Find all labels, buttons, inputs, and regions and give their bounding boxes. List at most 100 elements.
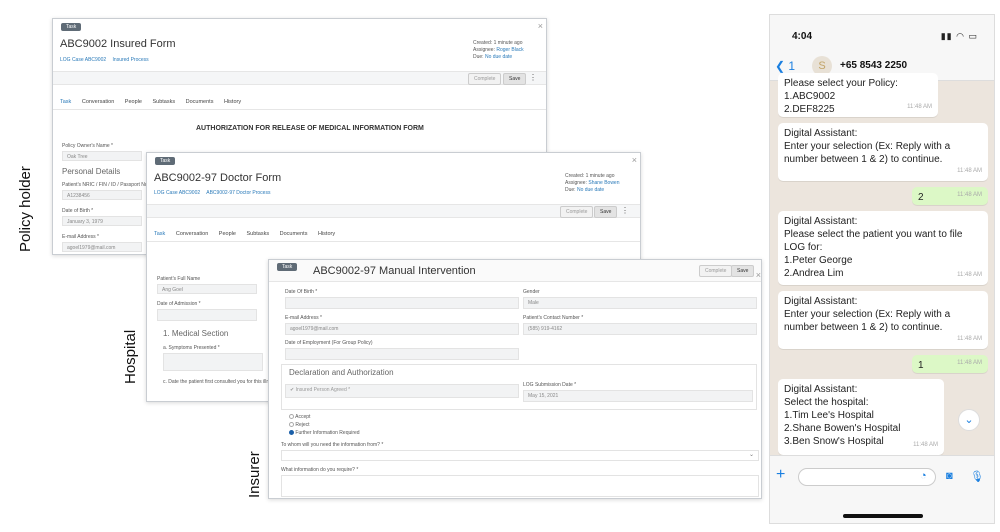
camera-icon[interactable]: ◙	[946, 470, 953, 482]
tab-documents[interactable]: Documents	[186, 99, 214, 105]
patient-name-label: Patient's Full Name	[157, 276, 201, 282]
log-date-field[interactable]: May 15, 2021	[523, 390, 753, 402]
more-menu-icon[interactable]: ⋮	[529, 73, 537, 82]
complete-button[interactable]: Complete	[560, 206, 594, 218]
task-meta: Created: 1 minute ago Assignee: Shane Bo…	[565, 173, 620, 194]
tab-people[interactable]: People	[125, 99, 142, 105]
complete-button[interactable]: Complete	[468, 73, 502, 85]
gender-field[interactable]: Male	[523, 297, 757, 309]
message-bubble: Digital Assistant: Enter your selection …	[778, 291, 988, 349]
tab-subtasks[interactable]: Subtasks	[246, 231, 269, 237]
created-text: Created: 1 minute ago	[473, 40, 523, 46]
radio-icon	[289, 414, 294, 420]
complete-button[interactable]: Complete	[699, 265, 733, 277]
process-link[interactable]: ABC9002-97 Doctor Process	[206, 190, 270, 196]
email-label: E-mail Address *	[62, 234, 99, 240]
chevron-down-icon[interactable]: ⌄	[749, 451, 754, 458]
chevron-left-icon: ❮	[775, 59, 786, 73]
tab-history[interactable]: History	[318, 231, 335, 237]
chevron-down-icon: ⌄	[964, 414, 974, 426]
dob-field[interactable]	[285, 297, 519, 309]
message-bubble: Digital Assistant: Please select the pat…	[778, 211, 988, 285]
message-input[interactable]	[798, 468, 936, 486]
tab-divider	[147, 241, 640, 242]
window-title: ABC9002-97 Manual Intervention	[313, 265, 476, 277]
whom-select[interactable]	[281, 450, 759, 461]
save-button[interactable]: Save	[731, 265, 755, 277]
tab-people[interactable]: People	[219, 231, 236, 237]
breadcrumb-links: LOG Case ABC9002 ABC9002-97 Doctor Proce…	[154, 190, 275, 196]
assignee-text: Assignee: Roger Black	[473, 47, 524, 53]
email-field[interactable]: agoel1979@mail.com	[285, 323, 519, 335]
admission-label: Date of Admission *	[157, 301, 201, 307]
owner-label: Policy Owner's Name *	[62, 143, 113, 149]
what-info-label: What information do you require? *	[281, 467, 359, 473]
close-icon[interactable]: ×	[632, 155, 637, 165]
log-case-link[interactable]: LOG Case ABC9002	[154, 190, 200, 196]
what-info-textarea[interactable]	[281, 475, 759, 497]
declaration-heading: Declaration and Authorization	[289, 368, 394, 377]
whatsapp-phone: 4:04 ▮▮ ◠ ▭ ❮ 1 S +65 8543 2250 Please s…	[769, 14, 995, 524]
task-chip: Task	[61, 23, 82, 31]
more-menu-icon[interactable]: ⋮	[621, 206, 629, 215]
close-icon[interactable]: ×	[756, 270, 761, 280]
nric-field[interactable]: A1238456	[62, 190, 142, 200]
process-link[interactable]: Insured Process	[113, 57, 149, 63]
tab-bar: Task Conversation People Subtasks Docume…	[154, 231, 344, 237]
sent-message-bubble: 2 11:48 AM	[912, 187, 988, 205]
assignee-text: Assignee: Shane Bowen	[565, 180, 620, 186]
composite-figure: Policy holder Hospital Insurer Task × AB…	[0, 0, 1000, 532]
consult-date-label: c. Date the patient first consulted you …	[163, 379, 277, 385]
save-button[interactable]: Save	[594, 206, 618, 218]
dob-field[interactable]: January 3, 1979	[62, 216, 142, 226]
tab-conversation[interactable]: Conversation	[82, 99, 114, 105]
radio-accept[interactable]: Accept	[289, 414, 310, 420]
message-bubble: Please select your Policy: 1.ABC9002 2.D…	[778, 73, 938, 117]
save-button[interactable]: Save	[503, 73, 527, 85]
radio-icon	[289, 422, 294, 428]
employment-date-field[interactable]	[285, 348, 519, 360]
clock-text: 4:04	[792, 31, 813, 42]
close-icon[interactable]: ×	[538, 21, 543, 31]
policy-holder-label: Policy holder	[17, 166, 34, 252]
task-chip: Task	[155, 157, 176, 165]
radio-further-info[interactable]: Further Information Required	[289, 430, 360, 436]
plus-icon[interactable]: +	[776, 466, 785, 484]
email-label: E-mail Address *	[285, 315, 322, 321]
tab-divider	[53, 109, 546, 110]
insured-agreed-checkbox[interactable]: ✔ Insured Person Agreed *	[285, 384, 519, 398]
owner-field[interactable]: Oak Tree	[62, 151, 142, 161]
tab-task[interactable]: Task	[60, 99, 71, 105]
tab-task[interactable]: Task	[154, 231, 165, 237]
compose-bar: + ◔ ◙ 🎙	[770, 455, 994, 523]
microphone-icon[interactable]: 🎙	[970, 470, 984, 483]
tab-subtasks[interactable]: Subtasks	[152, 99, 175, 105]
radio-selected-icon	[289, 430, 294, 436]
insurer-label: Insurer	[246, 451, 263, 498]
contact-number-field[interactable]: (585) 919-4162	[523, 323, 757, 335]
due-text: Due: No due date	[565, 187, 605, 193]
log-case-link[interactable]: LOG Case ABC9002	[60, 57, 106, 63]
patient-name-field[interactable]: Ang Goel	[157, 284, 257, 294]
gender-label: Gender	[523, 289, 540, 295]
tab-history[interactable]: History	[224, 99, 241, 105]
contact-number-label: Patient's Contact Number *	[523, 315, 584, 321]
back-button[interactable]: ❮ 1	[775, 59, 795, 73]
medical-section-heading: 1. Medical Section	[163, 329, 229, 338]
hospital-label: Hospital	[122, 329, 139, 384]
signal-wifi-battery-icon: ▮▮ ◠ ▭	[940, 31, 978, 41]
radio-reject[interactable]: Reject	[289, 422, 310, 428]
admission-field[interactable]	[157, 309, 257, 321]
message-bubble: Digital Assistant: Enter your selection …	[778, 123, 988, 181]
breadcrumb-links: LOG Case ABC9002 Insured Process	[60, 57, 154, 63]
tab-conversation[interactable]: Conversation	[176, 231, 208, 237]
email-field[interactable]: agoel1979@mail.com	[62, 242, 142, 252]
task-meta: Created: 1 minute ago Assignee: Roger Bl…	[473, 40, 524, 61]
sticker-icon[interactable]: ◔	[920, 470, 927, 482]
nric-label: Patient's NRIC / FIN / ID / Passport Num…	[62, 182, 155, 188]
tab-documents[interactable]: Documents	[280, 231, 308, 237]
scroll-down-button[interactable]: ⌄	[958, 409, 980, 431]
symptoms-field[interactable]	[163, 353, 263, 371]
log-date-label: LOG Submission Date *	[523, 382, 577, 388]
symptoms-label: a. Symptoms Presented *	[163, 345, 220, 351]
